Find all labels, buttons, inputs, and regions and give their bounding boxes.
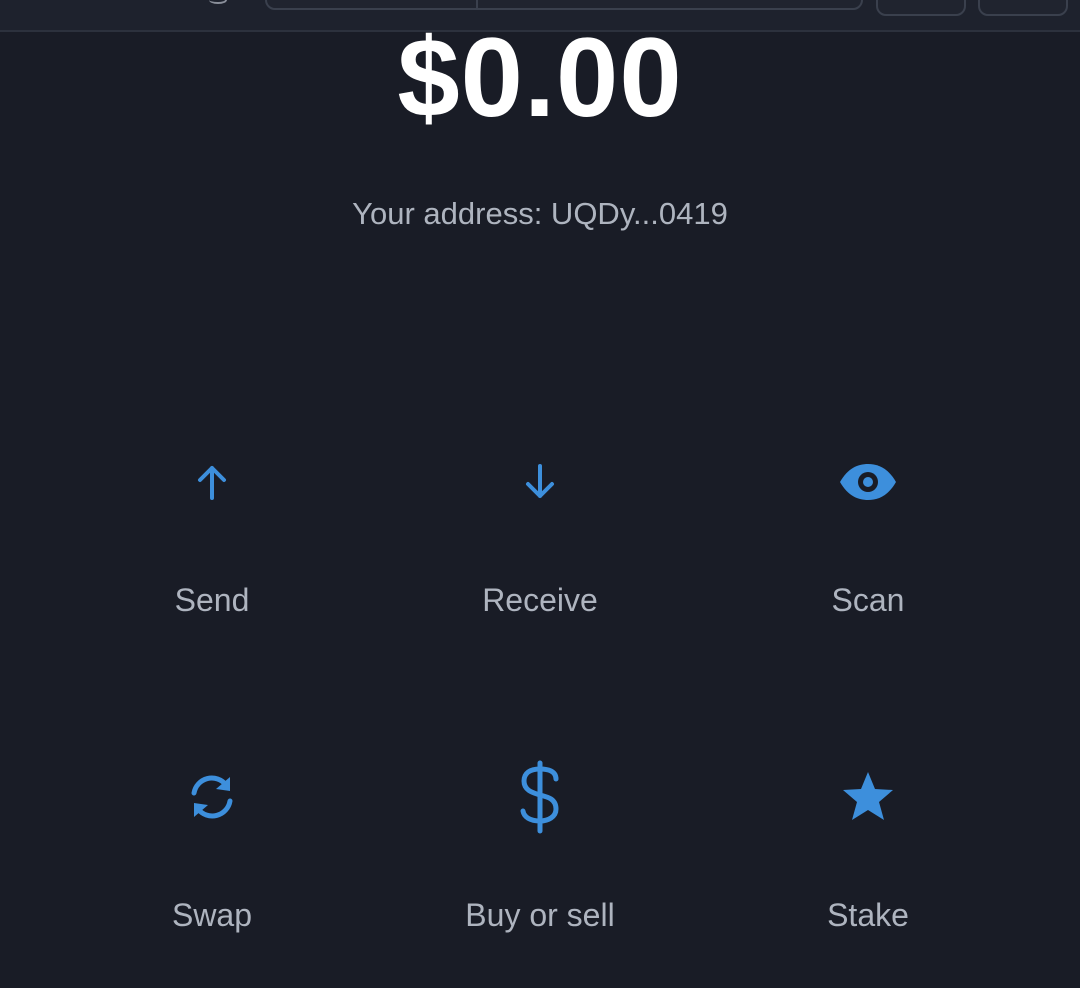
toolbar-button-2[interactable] xyxy=(978,0,1068,16)
receive-button[interactable]: Receive xyxy=(430,450,650,650)
swap-arrows-icon xyxy=(180,765,244,829)
star-icon xyxy=(836,765,900,829)
swap-label: Swap xyxy=(171,897,253,933)
arrow-up-icon xyxy=(180,450,244,514)
eye-icon xyxy=(836,450,900,514)
buy-or-sell-label: Buy or sell xyxy=(465,897,615,933)
send-button[interactable]: Send xyxy=(102,450,322,650)
scan-label: Scan xyxy=(831,582,905,618)
receive-label: Receive xyxy=(482,582,598,618)
send-label: Send xyxy=(174,582,250,618)
toolbar-icon[interactable] xyxy=(209,0,227,4)
toolbar-button-1[interactable] xyxy=(876,0,966,16)
stake-label: Stake xyxy=(827,897,909,933)
dollar-icon xyxy=(508,760,572,834)
stake-button[interactable]: Stake xyxy=(758,765,978,965)
wallet-address[interactable]: Your address: UQDy...0419 xyxy=(0,196,1080,232)
buy-or-sell-button[interactable]: Buy or sell xyxy=(430,760,650,965)
scan-button[interactable]: Scan xyxy=(758,450,978,650)
arrow-down-icon xyxy=(508,450,572,514)
balance-amount: $0.00 xyxy=(397,15,683,140)
swap-button[interactable]: Swap xyxy=(102,765,322,965)
address-bar[interactable] xyxy=(265,0,863,10)
address-bar-divider xyxy=(476,0,478,10)
